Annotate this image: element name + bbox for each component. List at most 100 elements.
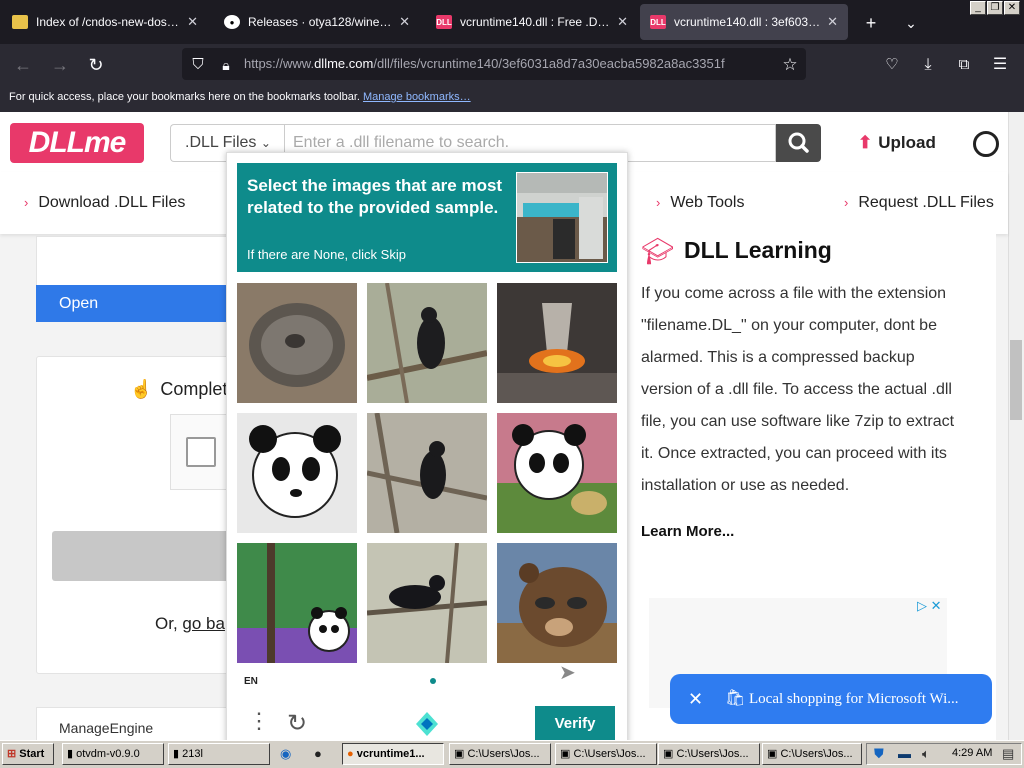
terminal-icon: ▮ (67, 748, 74, 760)
system-tray (866, 743, 1022, 765)
ad-choices-icon[interactable]: ▷ ✕ (917, 598, 942, 614)
disabled-download-button[interactable] (52, 531, 252, 581)
hcaptcha-logo-icon (410, 708, 444, 740)
scrollbar-thumb[interactable] (1010, 340, 1022, 420)
captcha-image-gas-burner[interactable] (497, 283, 617, 403)
shield-icon[interactable]: ⛉ (183, 44, 213, 86)
new-tab-icon[interactable]: + (856, 2, 886, 44)
hand-icon: ☝ (130, 379, 153, 399)
captcha-menu-icon[interactable]: ⋮ (248, 709, 270, 733)
verify-button[interactable]: Verify (535, 706, 615, 742)
reload-icon[interactable]: ↻ (81, 44, 111, 86)
captcha-page-indicator (430, 678, 436, 684)
terminal-icon: ▣ (560, 748, 571, 760)
tab-dll-free[interactable]: DLL vcruntime140.dll : Free .DLL do ✕ (426, 4, 638, 40)
open-button[interactable]: Open (36, 285, 246, 322)
taskbar-item-cmd[interactable]: ▣ C:\Users\Jos... (449, 743, 551, 765)
captcha-prompt: Select the images that are most related … (247, 176, 503, 217)
close-tab-icon[interactable]: ✕ (617, 14, 628, 30)
close-icon[interactable]: ✕ (688, 674, 703, 724)
menu-icon[interactable]: ☰ (985, 44, 1015, 86)
manageengine-label[interactable]: ManageEngine (59, 720, 153, 736)
menu-request-dll[interactable]: › Request .DLL Files (844, 194, 994, 212)
graduation-cap-icon: 🎓︎ (641, 236, 675, 266)
bookmarks-bar: For quick access, place your bookmarks h… (0, 86, 1024, 112)
star-icon[interactable]: ☆ (775, 44, 805, 86)
menu-web-tools[interactable]: › Web Tools (656, 194, 744, 212)
captcha-image-panda[interactable] (237, 543, 357, 663)
upload-icon: ⬆ (858, 133, 873, 152)
lock-icon[interactable]: 🔒︎ (211, 44, 241, 86)
terminal-icon: ▣ (767, 748, 778, 760)
taskbar-item-cmd[interactable]: ▣ C:\Users\Jos... (658, 743, 760, 765)
page-scrollbar[interactable] (1008, 112, 1024, 740)
chevron-right-icon: › (656, 195, 661, 210)
taskbar-item-213l[interactable]: ▮ 213l (168, 743, 270, 765)
github-icon: ● (224, 15, 240, 29)
url-text[interactable]: https://www.dllme.com/dll/files/vcruntim… (244, 56, 725, 71)
dll-icon: DLL (436, 15, 452, 29)
chevron-down-icon: ⌄ (260, 136, 271, 150)
go-back-link[interactable]: go ba (182, 614, 225, 633)
download-icon[interactable]: ⤓ (913, 44, 943, 86)
restore-window-button[interactable]: ❐ (987, 1, 1003, 15)
back-icon[interactable]: ← (8, 44, 38, 86)
search-button[interactable] (776, 124, 821, 162)
monitor-tray-icon[interactable]: ▬ (898, 746, 911, 761)
captcha-language[interactable]: EN (244, 676, 258, 687)
learning-text: If you come across a file with the exten… (641, 285, 955, 494)
captcha-image-frying-pan[interactable] (237, 283, 357, 403)
captcha-skip-hint: If there are None, click Skip (247, 247, 406, 262)
speaker-tray-icon[interactable]: 🔈︎ (922, 746, 930, 762)
taskbar-item-cmd[interactable]: ▣ C:\Users\Jos... (762, 743, 862, 765)
captcha-refresh-icon[interactable]: ↻ (287, 709, 307, 738)
start-button[interactable]: ⊞ Start (2, 743, 54, 765)
taskbar-item-firefox[interactable]: ● vcruntime1... (342, 743, 444, 765)
windows-logo-icon: ⊞ (7, 748, 17, 760)
network-tray-icon[interactable]: ▤ (1002, 746, 1014, 762)
terminal-icon: ▣ (454, 748, 465, 760)
pocket-icon[interactable]: ♡ (877, 44, 907, 86)
site-logo[interactable]: DLLme (10, 123, 144, 163)
quicklaunch-icon[interactable]: ● (314, 746, 322, 761)
search-icon (788, 132, 809, 153)
captcha-sample-image (516, 172, 608, 263)
shopping-notification[interactable]: ✕ 🛍︎ Local shopping for Microsoft Wi... (670, 674, 992, 724)
captcha-checkbox[interactable] (186, 437, 216, 467)
captcha-image-crow[interactable] (367, 543, 487, 663)
captcha-image-crow[interactable] (367, 283, 487, 403)
tab-dll-active[interactable]: DLL vcruntime140.dll : 3ef6031a8d7 ✕ (640, 4, 848, 40)
tab-winevdm[interactable]: ● Releases · otya128/winevdm ✕ (214, 4, 420, 40)
extensions-icon[interactable]: ⧉ (949, 44, 979, 86)
quicklaunch-icon[interactable]: ◉ (280, 746, 291, 762)
folder-icon (12, 15, 28, 29)
close-tab-icon[interactable]: ✕ (827, 14, 838, 30)
manage-bookmarks-link[interactable]: Manage bookmarks… (363, 91, 471, 103)
shopping-bag-icon: 🛍︎ (725, 690, 746, 707)
close-tab-icon[interactable]: ✕ (187, 14, 198, 30)
close-tab-icon[interactable]: ✕ (399, 14, 410, 30)
minimize-window-button[interactable]: _ (970, 1, 986, 15)
cursor-arrow-icon: ➤ (559, 662, 576, 684)
close-window-button[interactable]: ✕ (1004, 1, 1020, 15)
upload-button[interactable]: ⬆ Upload (858, 133, 936, 153)
captcha-image-bear[interactable] (497, 543, 617, 663)
menu-download-dll[interactable]: › Download .DLL Files (24, 194, 185, 212)
taskbar-item-cmd[interactable]: ▣ C:\Users\Jos... (555, 743, 657, 765)
terminal-icon: ▣ (663, 748, 674, 760)
chevron-right-icon: › (24, 195, 29, 210)
captcha-image-panda[interactable] (497, 413, 617, 533)
shield-tray-icon[interactable]: ⛊ (874, 746, 884, 762)
captcha-image-crow[interactable] (367, 413, 487, 533)
learning-title: DLL Learning (684, 237, 832, 263)
taskbar-item-otvdm[interactable]: ▮ otvdm-v0.9.0 (62, 743, 164, 765)
account-icon[interactable] (973, 131, 999, 157)
complete-captcha-label: ☝ Complet (130, 379, 228, 399)
clock: 4:29 AM (952, 747, 993, 759)
captcha-image-panda[interactable] (237, 413, 357, 533)
forward-icon[interactable]: → (45, 44, 75, 86)
tab-list-icon[interactable]: ⌄ (896, 2, 926, 44)
dll-icon: DLL (650, 15, 666, 29)
tab-index[interactable]: Index of /cndos-new-dos-16-ye ✕ (2, 4, 208, 40)
learn-more-link[interactable]: Learn More... (641, 523, 734, 540)
